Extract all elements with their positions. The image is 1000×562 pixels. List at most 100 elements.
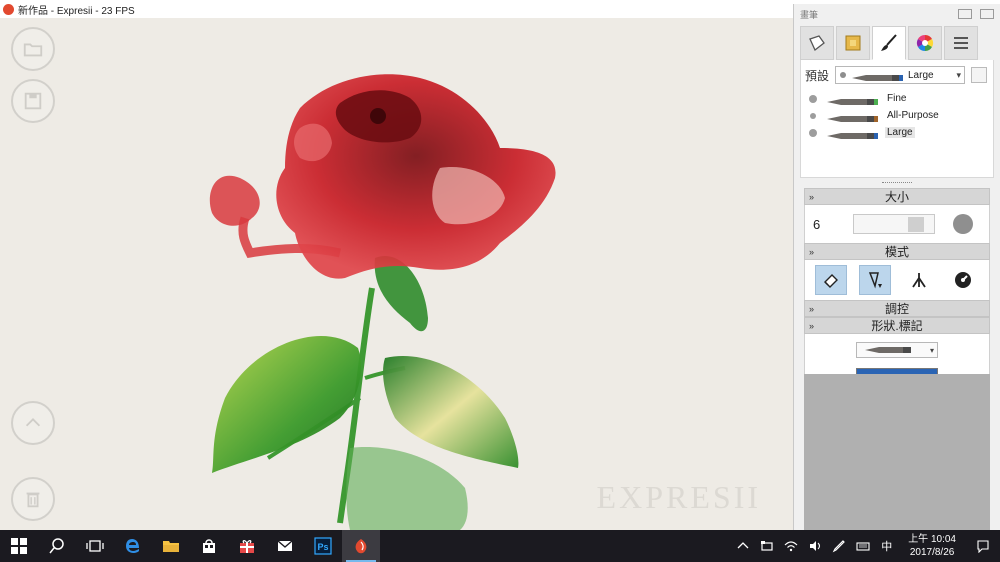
brush-size-dot xyxy=(809,128,817,137)
task-view-icon xyxy=(86,540,104,552)
expresii-app-icon xyxy=(3,3,14,15)
section-mode-title: 模式 xyxy=(884,245,909,259)
brush-name-large: Large xyxy=(885,127,915,138)
brush-name-fine: Fine xyxy=(887,93,907,104)
section-shape-header[interactable]: » 形狀.標記 xyxy=(804,317,990,334)
tab-paper[interactable] xyxy=(800,26,834,60)
folder-icon xyxy=(163,541,179,552)
preset-dot xyxy=(840,72,846,78)
size-preview-dot xyxy=(953,214,973,234)
brush-name-all-purpose: All-Purpose xyxy=(887,110,939,121)
chevron-down-icon: ▾ xyxy=(956,69,961,80)
size-slider[interactable] xyxy=(853,214,935,234)
network-tray-button[interactable] xyxy=(779,530,803,562)
tab-menu[interactable] xyxy=(944,26,978,60)
open-file-button[interactable] xyxy=(11,27,55,71)
section-control-title: 調控 xyxy=(884,302,909,316)
photoshop-icon: Ps xyxy=(314,537,332,555)
search-button[interactable] xyxy=(38,530,76,562)
window-title: 新作品 - Expresii - 23 FPS xyxy=(18,5,135,17)
task-view-button[interactable] xyxy=(76,530,114,562)
panel-dock-button[interactable] xyxy=(980,9,994,19)
save-button[interactable] xyxy=(11,79,55,123)
pressure-mode-button[interactable] xyxy=(859,265,891,295)
brush-preset-large[interactable]: Large xyxy=(805,124,989,141)
folder-open-icon xyxy=(23,43,43,57)
system-tray: 中 上午 10:04 2017/8/26 xyxy=(731,530,1000,562)
taskbar-expresii[interactable] xyxy=(342,530,380,562)
tab-layers[interactable] xyxy=(836,26,870,60)
show-hidden-icons-button[interactable] xyxy=(731,530,755,562)
clock-date: 2017/8/26 xyxy=(909,547,955,558)
panel-resize-handle[interactable] xyxy=(800,180,994,186)
device-tray-button[interactable] xyxy=(755,530,779,562)
brush-tab-icon xyxy=(881,34,897,51)
size-controls: 6 xyxy=(804,205,990,243)
painting-canvas[interactable]: EXPRESII xyxy=(0,18,793,530)
wifi-icon xyxy=(784,541,798,552)
delete-button[interactable] xyxy=(11,477,55,521)
gift-icon xyxy=(240,540,254,553)
splay-mode-button[interactable] xyxy=(903,265,935,295)
taskbar-store[interactable] xyxy=(190,530,228,562)
preset-list-button[interactable] xyxy=(971,67,987,83)
panel-restore-button[interactable] xyxy=(958,9,972,19)
section-mode-header[interactable]: » 模式 xyxy=(804,243,990,260)
paper-tab-icon xyxy=(809,35,825,52)
mail-icon xyxy=(277,540,293,551)
store-bag-icon xyxy=(203,539,215,553)
section-size-title: 大小 xyxy=(884,190,909,204)
brush-size-dot xyxy=(809,94,817,103)
input-method-indicator[interactable]: 中 xyxy=(875,538,898,554)
preset-label: 預設 xyxy=(805,68,830,83)
start-button[interactable] xyxy=(0,530,38,562)
brush-panel: 畫筆 預設 Large ▾ Fine All-Purpose Large » 大… xyxy=(793,4,1000,530)
taskbar-photoshop[interactable]: Ps xyxy=(304,530,342,562)
collapse-button[interactable] xyxy=(11,401,55,445)
taskbar-file-explorer[interactable] xyxy=(152,530,190,562)
pen-tray-button[interactable] xyxy=(827,530,851,562)
brush-preset-fine[interactable]: Fine xyxy=(805,90,989,107)
taskbar-edge[interactable] xyxy=(114,530,152,562)
chevron-down-icon: ▾ xyxy=(929,345,934,355)
speed-mode-button[interactable] xyxy=(947,265,979,295)
action-center-button[interactable] xyxy=(966,530,1000,562)
clock-time: 上午 10:04 xyxy=(908,534,956,545)
collapse-up-icon xyxy=(25,418,41,427)
taskbar-gift-app[interactable] xyxy=(228,530,266,562)
mode-controls xyxy=(804,260,990,300)
preset-brush-thumbnail xyxy=(850,70,904,81)
menu-tab-icon xyxy=(954,37,968,49)
chevron-up-icon xyxy=(737,542,749,549)
taskbar-clock[interactable]: 上午 10:04 2017/8/26 xyxy=(898,533,966,559)
brush-preset-all-purpose[interactable]: All-Purpose xyxy=(805,107,989,124)
preset-dropdown[interactable]: Large ▾ xyxy=(835,66,965,84)
brush-size-dot xyxy=(810,112,816,119)
size-value[interactable]: 6 xyxy=(813,217,853,232)
gauge-icon xyxy=(955,272,971,288)
taskbar-mail[interactable] xyxy=(266,530,304,562)
device-icon xyxy=(761,541,773,551)
volume-tray-button[interactable] xyxy=(803,530,827,562)
svg-text:Ps: Ps xyxy=(318,542,329,552)
tab-brush[interactable] xyxy=(872,26,906,60)
speaker-icon xyxy=(810,541,821,551)
layer-tab-icon xyxy=(845,35,861,51)
panel-titlebar: 畫筆 xyxy=(794,4,1000,24)
pen-tip-icon xyxy=(868,272,882,289)
tab-color[interactable] xyxy=(908,26,942,60)
eraser-mode-button[interactable] xyxy=(815,265,847,295)
panel-empty-area xyxy=(804,374,990,530)
brush-shape-dropdown[interactable]: ▾ xyxy=(856,342,938,358)
rose-painting xyxy=(209,74,556,530)
section-shape-title: 形狀.標記 xyxy=(871,319,923,333)
section-size-header[interactable]: » 大小 xyxy=(804,188,990,205)
panel-tabs xyxy=(794,24,1000,60)
eraser-icon xyxy=(824,274,838,288)
section-control-header[interactable]: » 調控 xyxy=(804,300,990,317)
save-icon xyxy=(24,92,42,110)
size-slider-thumb[interactable] xyxy=(908,217,924,232)
search-icon xyxy=(49,538,64,554)
brush-splay-icon xyxy=(912,273,926,288)
keyboard-tray-button[interactable] xyxy=(851,530,875,562)
